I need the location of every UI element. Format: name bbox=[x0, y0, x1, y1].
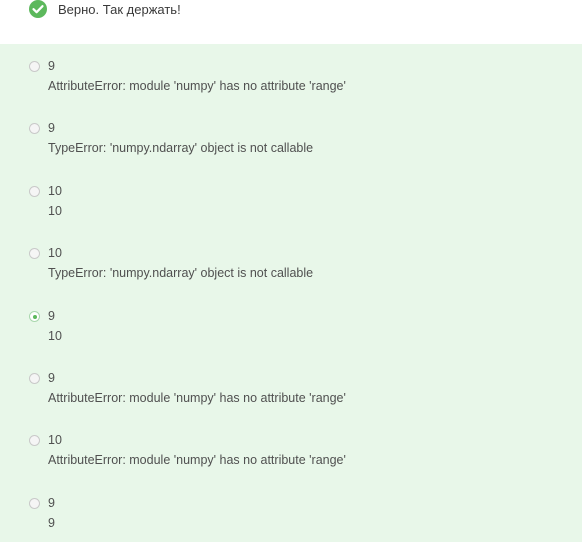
radio-button-checked[interactable] bbox=[29, 311, 40, 322]
option-output-line-2: 10 bbox=[48, 204, 62, 218]
option-output-line-1: 9 bbox=[48, 309, 55, 323]
feedback-banner: Верно. Так держать! bbox=[0, 0, 582, 44]
check-circle-icon bbox=[29, 0, 47, 18]
answer-option[interactable]: 10 TypeError: 'numpy.ndarray' object is … bbox=[0, 246, 582, 298]
option-output-line-2: AttributeError: module 'numpy' has no at… bbox=[48, 79, 346, 93]
answer-option[interactable]: 10 AttributeError: module 'numpy' has no… bbox=[0, 433, 582, 485]
option-output-line-2: TypeError: 'numpy.ndarray' object is not… bbox=[48, 141, 314, 155]
answer-option-selected[interactable]: 9 10 bbox=[0, 309, 582, 361]
option-output-line-2: 10 bbox=[48, 329, 62, 343]
option-output-line-1: 10 bbox=[48, 433, 62, 447]
option-output-line-2: 9 bbox=[48, 516, 55, 530]
answer-option[interactable]: 10 10 bbox=[0, 184, 582, 236]
radio-button[interactable] bbox=[29, 186, 40, 197]
radio-button[interactable] bbox=[29, 123, 40, 134]
option-output-line-1: 9 bbox=[48, 371, 55, 385]
option-output-line-2: AttributeError: module 'numpy' has no at… bbox=[48, 453, 346, 467]
option-output-line-1: 10 bbox=[48, 184, 62, 198]
radio-button[interactable] bbox=[29, 248, 40, 259]
option-output-line-1: 9 bbox=[48, 121, 55, 135]
radio-button[interactable] bbox=[29, 435, 40, 446]
answer-option[interactable]: 9 AttributeError: module 'numpy' has no … bbox=[0, 371, 582, 423]
answer-option[interactable]: 9 TypeError: 'numpy.ndarray' object is n… bbox=[0, 121, 582, 173]
feedback-message: Верно. Так держать! bbox=[58, 2, 181, 17]
option-output-line-2: AttributeError: module 'numpy' has no at… bbox=[48, 391, 346, 405]
radio-button[interactable] bbox=[29, 498, 40, 509]
answer-option[interactable]: 9 9 bbox=[0, 496, 582, 548]
option-output-line-1: 10 bbox=[48, 246, 62, 260]
option-output-line-1: 9 bbox=[48, 59, 55, 73]
answer-option[interactable]: 9 AttributeError: module 'numpy' has no … bbox=[0, 59, 582, 111]
option-output-line-2: TypeError: 'numpy.ndarray' object is not… bbox=[48, 266, 314, 280]
radio-button[interactable] bbox=[29, 373, 40, 384]
option-output-line-1: 9 bbox=[48, 496, 55, 510]
answer-options-list: 9 AttributeError: module 'numpy' has no … bbox=[0, 44, 582, 542]
radio-button[interactable] bbox=[29, 61, 40, 72]
